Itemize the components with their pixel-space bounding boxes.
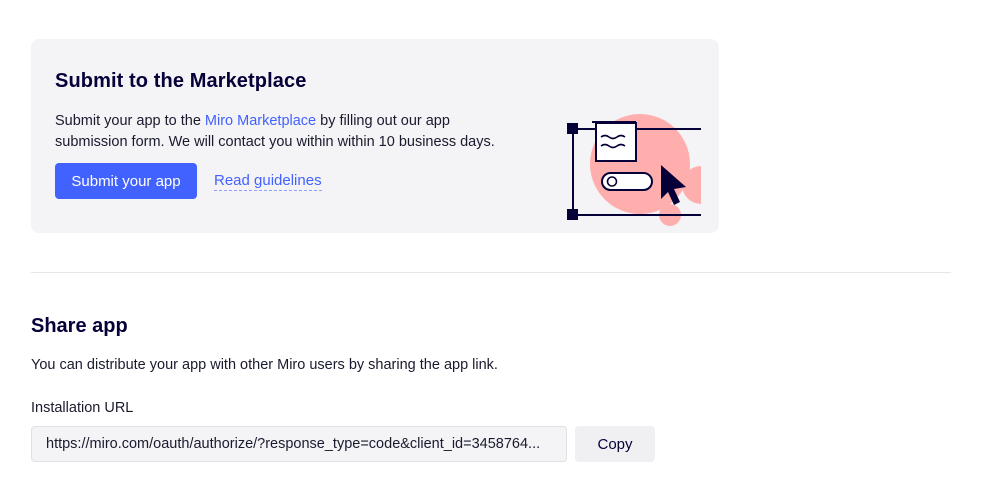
marketplace-illustration	[567, 114, 701, 226]
installation-url-label: Installation URL	[31, 400, 134, 416]
description-text-before: Submit your app to the	[55, 113, 205, 129]
share-app-description: You can distribute your app with other M…	[31, 357, 498, 373]
section-divider	[31, 272, 951, 273]
submit-app-button[interactable]: Submit your app	[55, 163, 197, 199]
toggle-icon	[601, 172, 653, 191]
read-guidelines-link[interactable]: Read guidelines	[214, 172, 322, 191]
copy-button[interactable]: Copy	[575, 426, 655, 462]
installation-url-field[interactable]	[31, 426, 567, 462]
marketplace-description: Submit your app to the Miro Marketplace …	[55, 111, 525, 153]
sticky-note-icon	[592, 121, 637, 162]
share-app-title: Share app	[31, 315, 128, 337]
marketplace-card: Submit to the Marketplace Submit your ap…	[31, 39, 719, 233]
frame-handle-top-left	[567, 123, 578, 134]
marketplace-title: Submit to the Marketplace	[55, 70, 307, 92]
miro-marketplace-link[interactable]: Miro Marketplace	[205, 113, 316, 129]
frame-handle-bottom-left	[567, 209, 578, 220]
